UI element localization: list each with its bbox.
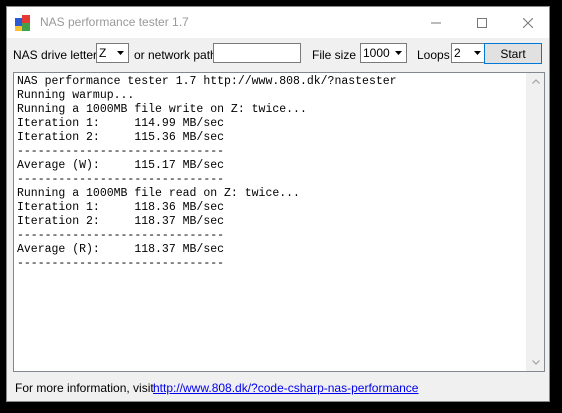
more-info-label: For more information, visit <box>15 381 154 395</box>
drive-letter-dropdown-arrow[interactable] <box>112 44 128 62</box>
chevron-down-icon <box>531 360 540 365</box>
app-window: NAS performance tester 1.7 NAS drive let… <box>6 6 550 402</box>
title-bar[interactable]: NAS performance tester 1.7 <box>7 7 549 38</box>
loops-value: 2 <box>454 46 461 60</box>
maximize-icon <box>477 17 487 28</box>
file-size-label: File size <box>312 48 357 62</box>
output-line: Running a 1000MB file read on Z: twice..… <box>17 187 300 200</box>
file-size-dropdown-arrow[interactable] <box>390 44 406 62</box>
drive-letter-label: NAS drive letter <box>13 48 98 62</box>
chevron-down-icon <box>117 51 124 55</box>
output-log-text: NAS performance tester 1.7 http://www.80… <box>17 75 524 369</box>
maximize-button[interactable] <box>459 7 505 38</box>
scroll-down-button[interactable] <box>527 354 544 371</box>
output-line: Running a 1000MB file write on Z: twice.… <box>17 103 307 116</box>
chevron-down-icon <box>395 51 402 55</box>
output-line: NAS performance tester 1.7 http://www.80… <box>17 75 397 88</box>
output-line: Iteration 2: 115.36 MB/sec <box>17 131 225 144</box>
output-line: Average (W): 115.17 MB/sec <box>17 159 225 172</box>
app-icon <box>15 15 30 31</box>
close-icon <box>523 17 533 28</box>
scroll-up-button[interactable] <box>527 73 544 90</box>
output-line: Iteration 1: 118.36 MB/sec <box>17 201 225 214</box>
drive-letter-value: Z <box>99 46 107 60</box>
output-line: Running warmup... <box>17 89 135 102</box>
chevron-up-icon <box>531 79 540 84</box>
minimize-button[interactable] <box>413 7 459 38</box>
settings-toolbar: NAS drive letter Z or network path File … <box>7 38 549 74</box>
network-path-label: or network path <box>134 48 217 62</box>
file-size-select[interactable]: 1000 <box>360 43 407 63</box>
output-line: Iteration 1: 114.99 MB/sec <box>17 117 225 130</box>
file-size-value: 1000 <box>363 46 390 60</box>
loops-select[interactable]: 2 <box>451 43 486 63</box>
output-line: Average (R): 118.37 MB/sec <box>17 243 225 256</box>
network-path-input[interactable] <box>213 43 301 63</box>
output-line: ------------------------------ <box>17 229 225 242</box>
drive-letter-select[interactable]: Z <box>96 43 129 63</box>
chevron-down-icon <box>474 51 481 55</box>
output-line: ------------------------------ <box>17 173 225 186</box>
output-line: Iteration 2: 118.37 MB/sec <box>17 215 225 228</box>
start-button[interactable]: Start <box>484 43 542 64</box>
loops-label: Loops <box>417 48 450 62</box>
window-title: NAS performance tester 1.7 <box>40 15 189 29</box>
output-log[interactable]: NAS performance tester 1.7 http://www.80… <box>13 72 545 372</box>
close-button[interactable] <box>505 7 551 38</box>
output-line: ------------------------------ <box>17 145 225 158</box>
minimize-icon <box>431 22 441 23</box>
more-info-link[interactable]: http://www.808.dk/?code-csharp-nas-perfo… <box>153 381 418 395</box>
output-vertical-scrollbar[interactable] <box>526 73 544 371</box>
output-line: ------------------------------ <box>17 257 225 270</box>
loops-dropdown-arrow[interactable] <box>469 44 485 62</box>
